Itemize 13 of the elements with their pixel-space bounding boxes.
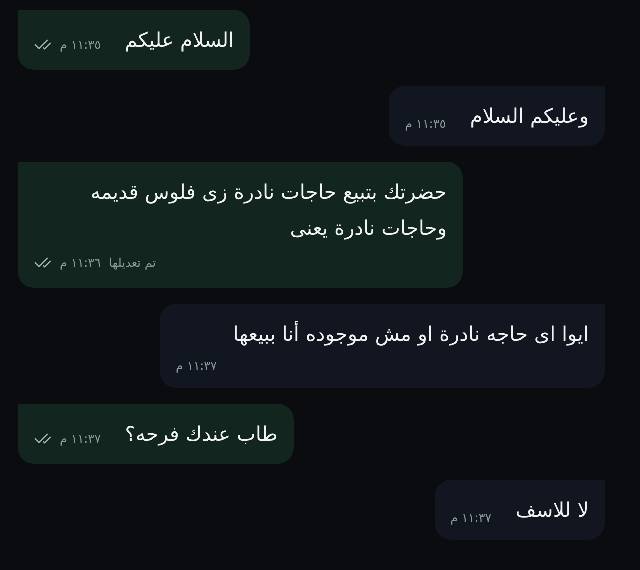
- message-time: ١١:٣٥ م: [60, 39, 102, 51]
- message-text: وعليكم السلام: [470, 103, 589, 130]
- message-text: طاب عندك فرحه؟: [125, 421, 278, 448]
- message-time: ١١:٣٧ م: [176, 360, 218, 372]
- message-text: لا للاسف: [516, 497, 589, 524]
- edited-label: تم تعديلها: [109, 257, 156, 269]
- message-time: ١١:٣٧ م: [450, 512, 492, 524]
- message-time: ١١:٣٥ م: [405, 118, 446, 130]
- message-time: ١١:٣٦ م: [60, 257, 102, 269]
- message-time: ١١:٣٧ م: [60, 433, 102, 445]
- message-text: ايوا اى حاجه نادرة او مش موجوده أنا ببيعها: [233, 320, 589, 348]
- message-text: حضرتك بتبيع حاجات نادرة زى فلوس قديمه وحاجات نادرة يعنى: [90, 179, 447, 242]
- message-text: السلام عليكم: [125, 27, 234, 54]
